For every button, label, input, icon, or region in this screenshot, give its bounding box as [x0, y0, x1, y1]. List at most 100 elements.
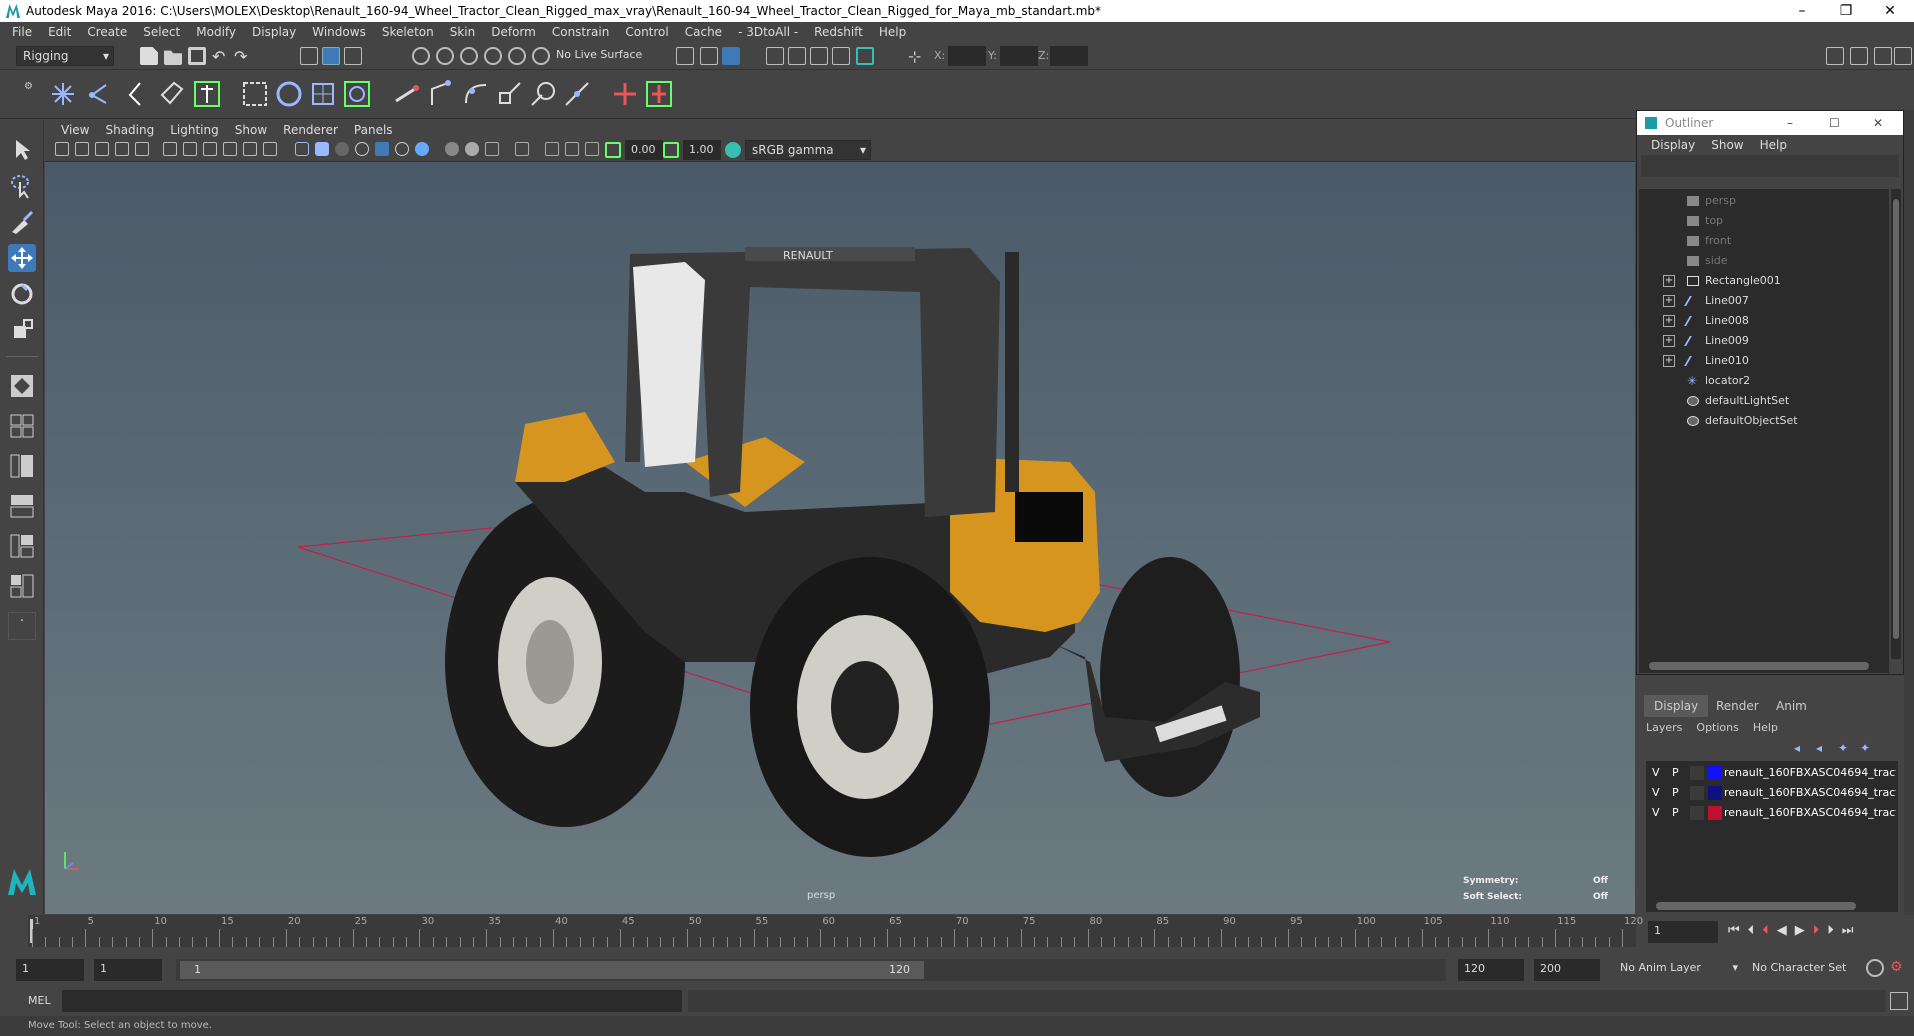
snap-magnet-icon[interactable]	[532, 47, 550, 65]
undo-icon[interactable]: ↶	[212, 47, 230, 66]
bookmarks-icon[interactable]	[95, 142, 109, 156]
scene-start-field[interactable]: 1	[16, 959, 84, 981]
menu-constrain[interactable]: Constrain	[544, 25, 618, 39]
layer-menu-help[interactable]: Help	[1753, 721, 1778, 734]
pole-vector-icon[interactable]	[562, 79, 592, 109]
outliner-item[interactable]: front	[1639, 231, 1889, 251]
outliner-menu-help[interactable]: Help	[1752, 138, 1795, 152]
attribute-editor-toggle-icon[interactable]	[1850, 47, 1868, 65]
layer-menu-options[interactable]: Options	[1696, 721, 1752, 734]
tab-anim-layers[interactable]: Anim	[1766, 695, 1817, 717]
preferences-icon[interactable]: ⚙	[1890, 959, 1908, 977]
playback-start-field[interactable]: 1	[94, 959, 162, 981]
outliner-vscroll-thumb[interactable]	[1893, 199, 1899, 639]
menu-select[interactable]: Select	[135, 25, 188, 39]
view-transform-dropdown[interactable]: sRGB gamma ▾	[745, 140, 871, 160]
persp-outliner-layout-icon[interactable]	[8, 452, 36, 480]
image-plane-icon[interactable]	[115, 142, 129, 156]
hypershade-icon[interactable]	[856, 47, 874, 65]
character-set-dropdown[interactable]: No Character Set	[1752, 961, 1864, 974]
orient-constraint-icon[interactable]	[460, 79, 490, 109]
ambient-occlusion-icon[interactable]	[445, 142, 459, 156]
isolate-select-icon[interactable]	[515, 142, 529, 156]
menu-skeleton[interactable]: Skeleton	[374, 25, 442, 39]
expand-icon[interactable]: +	[1663, 295, 1675, 307]
layer-color-swatch[interactable]	[1708, 786, 1722, 800]
outliner-hscroll-thumb[interactable]	[1649, 662, 1869, 670]
layer-hscrollbar[interactable]	[1646, 900, 1898, 912]
move-layer-up-icon[interactable]: ◂	[1794, 741, 1808, 755]
menu-3dtoall[interactable]: - 3DtoAll -	[730, 25, 806, 39]
expand-icon[interactable]: +	[1663, 315, 1675, 327]
grid-toggle-icon[interactable]	[183, 142, 197, 156]
layer-color-swatch[interactable]	[1708, 806, 1722, 820]
color-management-icon[interactable]	[725, 142, 741, 158]
motion-blur-icon[interactable]	[465, 142, 479, 156]
layer-playback-toggle[interactable]: P	[1672, 803, 1679, 823]
render-frame-icon[interactable]	[788, 47, 806, 65]
menu-windows[interactable]: Windows	[304, 25, 374, 39]
construction-history-icon[interactable]	[700, 47, 718, 65]
outliner-menu-show[interactable]: Show	[1703, 138, 1751, 152]
single-perspective-layout-icon[interactable]	[8, 372, 36, 400]
menu-file[interactable]: File	[4, 25, 40, 39]
script-editor-icon[interactable]	[1890, 992, 1908, 1010]
layer-menu-layers[interactable]: Layers	[1646, 721, 1696, 734]
output-ops-icon[interactable]	[722, 47, 740, 65]
menu-modify[interactable]: Modify	[188, 25, 244, 39]
play-back-icon[interactable]: ◀	[1777, 923, 1795, 938]
persp-graph-layout-icon[interactable]	[8, 492, 36, 520]
vp-menu-shading[interactable]: Shading	[97, 123, 162, 137]
menu-set-dropdown[interactable]: Rigging ▾	[16, 46, 114, 66]
layer-visibility-toggle[interactable]: V	[1652, 783, 1660, 803]
layer-visibility-toggle[interactable]: V	[1652, 803, 1660, 823]
outliner-minimize-icon[interactable]: –	[1787, 111, 1793, 135]
aim-constraint-icon[interactable]	[426, 79, 456, 109]
layer-type-toggle[interactable]	[1690, 766, 1704, 780]
layer-playback-toggle[interactable]: P	[1672, 763, 1679, 783]
select-component-icon[interactable]	[344, 47, 362, 65]
shadows-icon[interactable]	[415, 142, 429, 156]
menu-display[interactable]: Display	[244, 25, 304, 39]
expand-icon[interactable]: +	[1663, 335, 1675, 347]
new-scene-icon[interactable]	[140, 47, 158, 65]
cluster-icon[interactable]	[274, 79, 304, 109]
outliner-item[interactable]: defaultLightSet	[1639, 391, 1889, 411]
blend-shape-icon[interactable]	[342, 79, 372, 109]
scale-tool-icon[interactable]	[8, 316, 36, 344]
vp-menu-show[interactable]: Show	[227, 123, 275, 137]
time-slider-track[interactable]: 1 5 10 15 20 25 30 35 40 45 50 55 60 65 70 75 80 85 90 95 10…	[28, 915, 1643, 947]
modeling-toolkit-icon[interactable]	[1826, 47, 1844, 65]
four-view-layout-icon[interactable]	[8, 412, 36, 440]
z-field[interactable]	[1050, 46, 1088, 66]
tool-settings-toggle-icon[interactable]	[1874, 47, 1892, 65]
layer-type-toggle[interactable]	[1690, 786, 1704, 800]
layer-playback-toggle[interactable]: P	[1672, 783, 1679, 803]
cluster-handle-icon[interactable]	[644, 79, 674, 109]
outliner-menu-display[interactable]: Display	[1643, 138, 1703, 152]
exposure-icon[interactable]	[605, 142, 621, 158]
layer-row[interactable]: V Prenault_160FBXASC04694_tract	[1646, 763, 1896, 783]
perspective-viewport[interactable]: RENAULT persp Symmetry: Off Soft Select:…	[45, 162, 1635, 914]
redo-icon[interactable]: ↷	[234, 47, 252, 66]
layer-type-toggle[interactable]	[1690, 806, 1704, 820]
ik-handle-icon[interactable]	[84, 79, 114, 109]
more-layouts-icon[interactable]: ·	[8, 612, 36, 640]
interactive-bind-icon[interactable]	[192, 79, 222, 109]
vp-menu-renderer[interactable]: Renderer	[275, 123, 346, 137]
layer-hscroll-thumb[interactable]	[1656, 902, 1856, 910]
2d-pan-zoom-icon[interactable]	[135, 142, 149, 156]
snap-curve-icon[interactable]	[436, 47, 454, 65]
play-forward-icon[interactable]: ▶	[1795, 923, 1813, 938]
live-surface-field[interactable]: No Live Surface	[556, 48, 642, 61]
outliner-item[interactable]: ✳ locator2	[1639, 371, 1889, 391]
anim-layer-dropdown[interactable]: No Anim Layer ▾	[1620, 961, 1738, 974]
camera-attributes-icon[interactable]	[75, 142, 89, 156]
step-back-key-icon[interactable]: ⏴	[1748, 923, 1763, 938]
textured-icon[interactable]	[355, 142, 369, 156]
menu-create[interactable]: Create	[79, 25, 135, 39]
outliner-maximize-icon[interactable]: ☐	[1829, 111, 1840, 135]
outliner-item[interactable]: + Line009	[1639, 331, 1889, 351]
layer-visibility-toggle[interactable]: V	[1652, 763, 1660, 783]
lasso-tool-icon[interactable]	[8, 172, 36, 200]
